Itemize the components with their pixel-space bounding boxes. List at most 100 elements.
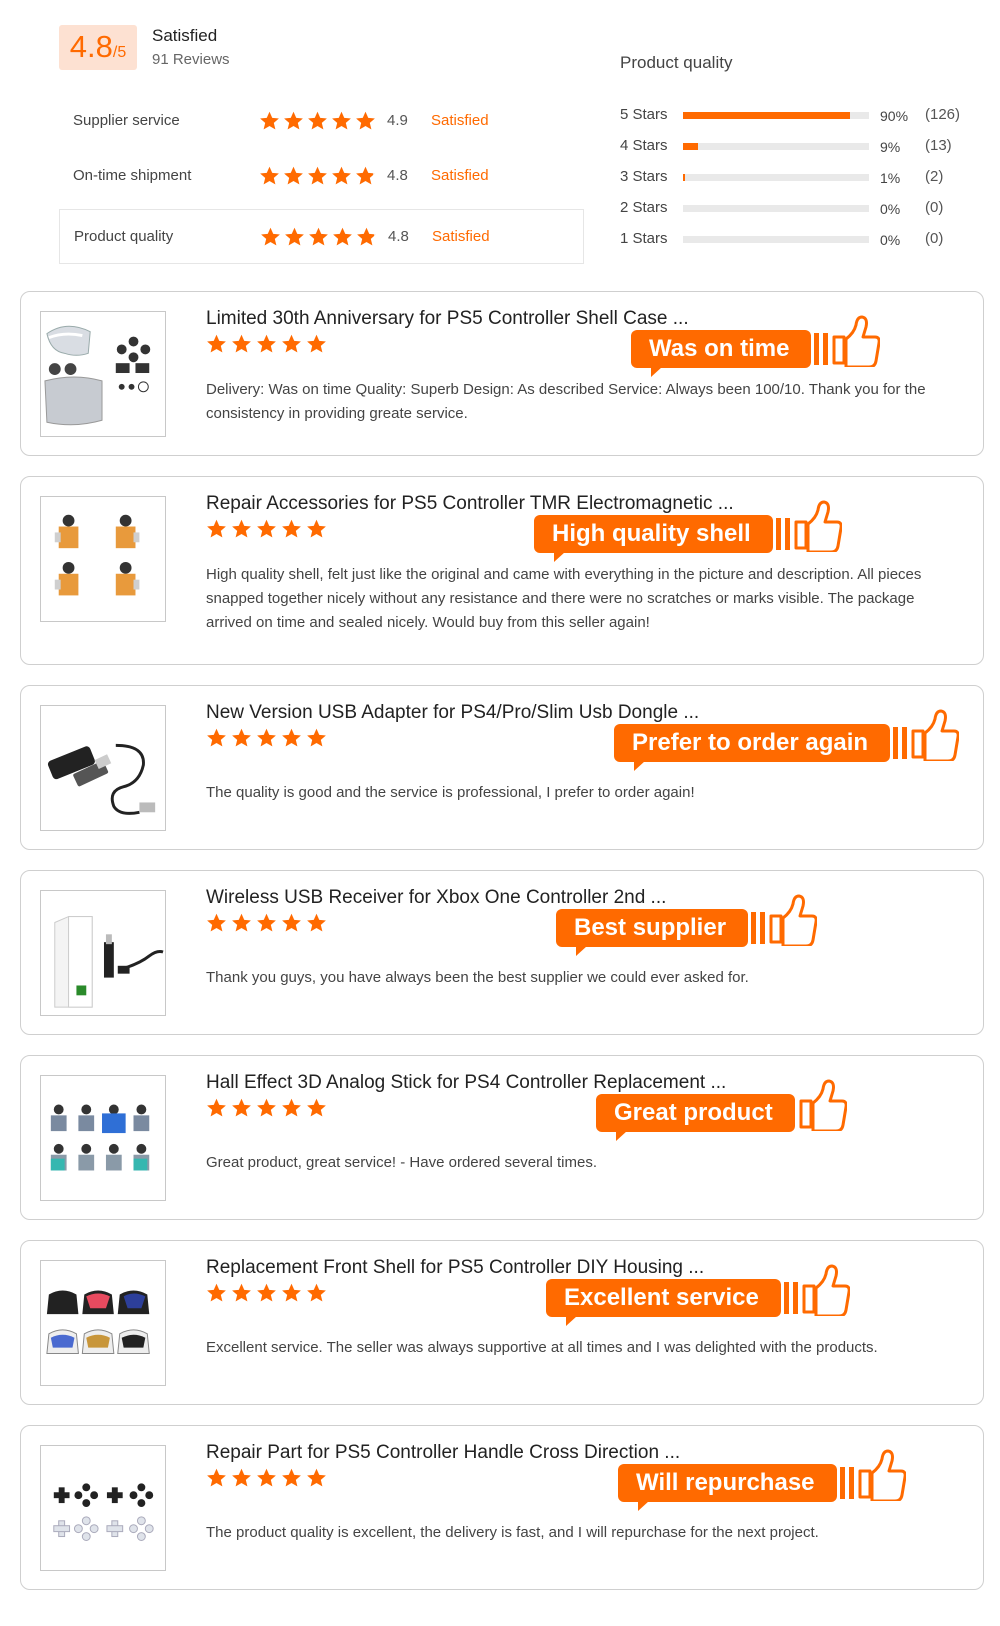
- overall-score: 4.8: [69, 29, 113, 64]
- dpad-buttons-icon[interactable]: [40, 1445, 166, 1571]
- review-card[interactable]: Repair Accessories for PS5 Controller TM…: [20, 476, 984, 665]
- product-title[interactable]: Repair Part for PS5 Controller Handle Cr…: [206, 1442, 680, 1464]
- distribution-bar: [683, 143, 869, 150]
- star-icon: [260, 166, 279, 185]
- star-icon: [232, 519, 251, 538]
- distribution-bar: [683, 205, 869, 212]
- distribution-bar-fill: [683, 112, 851, 119]
- review-card[interactable]: Hall Effect 3D Analog Stick for PS4 Cont…: [20, 1055, 984, 1220]
- star-icon: [307, 728, 326, 747]
- tag-label: Great product: [596, 1094, 795, 1141]
- star-icon: [207, 728, 226, 747]
- star-icon: [257, 728, 276, 747]
- review-text: Thank you guys, you have always been the…: [206, 969, 749, 986]
- usb-dongle-icon[interactable]: [40, 705, 166, 831]
- thumbs-up-icon: [794, 500, 842, 552]
- thumbs-up-icon: [769, 894, 818, 946]
- star-icon: [232, 1283, 251, 1302]
- review-text: High quality shell, felt just like the o…: [206, 566, 922, 631]
- star-icon: [307, 334, 326, 353]
- star-icon: [257, 519, 276, 538]
- distribution-count: (0): [925, 199, 944, 216]
- review-stars: [206, 1097, 327, 1118]
- product-title[interactable]: Wireless USB Receiver for Xbox One Contr…: [206, 887, 666, 909]
- product-title[interactable]: New Version USB Adapter for PS4/Pro/Slim…: [206, 702, 699, 724]
- distribution-percent: 0%: [880, 201, 901, 217]
- star-icon: [257, 334, 276, 353]
- metric-status: Satisfied: [431, 167, 489, 184]
- star-icon: [232, 1098, 251, 1117]
- review-stars: [206, 727, 327, 748]
- star-icon: [282, 1098, 301, 1117]
- star-icon: [285, 227, 304, 246]
- star-icon: [308, 111, 327, 130]
- tag-label: Best supplier: [556, 909, 749, 956]
- star-icon: [333, 227, 352, 246]
- star-icon: [207, 334, 226, 353]
- thumbs-up-icon: [832, 315, 881, 367]
- product-title[interactable]: Replacement Front Shell for PS5 Controll…: [206, 1257, 704, 1279]
- metric-name: Supplier service: [73, 112, 180, 129]
- star-icon: [257, 1098, 276, 1117]
- review-stars: [206, 1467, 327, 1488]
- star-icon: [282, 913, 301, 932]
- metric-status: Satisfied: [431, 112, 489, 129]
- distribution-percent: 90%: [880, 108, 909, 124]
- star-icon: [232, 1468, 251, 1487]
- overall-out-of: /5: [112, 44, 127, 61]
- tag-label: Prefer to order again: [614, 724, 891, 771]
- review-card[interactable]: Limited 30th Anniversary for PS5 Control…: [20, 291, 984, 456]
- review-highlight-tag: Was on time: [631, 315, 881, 377]
- review-highlight-tag: Excellent service: [546, 1264, 850, 1326]
- tag-label: Will repurchase: [618, 1464, 837, 1511]
- tag-label: High quality shell: [534, 515, 773, 562]
- review-card[interactable]: Replacement Front Shell for PS5 Controll…: [20, 1240, 984, 1405]
- metric-status: Satisfied: [432, 228, 490, 245]
- distribution-row: 1 Stars 0% (0): [620, 230, 970, 250]
- metric-stars: [259, 110, 376, 131]
- tag-label: Was on time: [631, 330, 812, 377]
- distribution-label: 1 Stars: [620, 230, 668, 247]
- tag-bars: [751, 912, 766, 944]
- review-highlight-tag: Great product: [596, 1079, 847, 1141]
- distribution-label: 3 Stars: [620, 168, 668, 185]
- metric-row-product-quality[interactable]: Product quality 4.8 Satisfied: [59, 209, 584, 264]
- metric-row-supplier-service[interactable]: Supplier service 4.9 Satisfied: [59, 93, 584, 148]
- star-icon: [207, 1098, 226, 1117]
- product-title[interactable]: Repair Accessories for PS5 Controller TM…: [206, 493, 734, 515]
- star-icon: [207, 1468, 226, 1487]
- review-text: Great product, great service! - Have ord…: [206, 1154, 597, 1171]
- hall-effect-sticks-icon[interactable]: [40, 1075, 166, 1201]
- star-icon: [307, 1468, 326, 1487]
- usb-receiver-box-icon[interactable]: [40, 890, 166, 1016]
- distribution-percent: 0%: [880, 232, 901, 248]
- analog-stick-modules-icon[interactable]: [40, 496, 166, 622]
- star-icon: [257, 1283, 276, 1302]
- star-icon: [307, 1283, 326, 1302]
- star-icon: [307, 913, 326, 932]
- review-text: The product quality is excellent, the de…: [206, 1524, 819, 1541]
- product-title[interactable]: Limited 30th Anniversary for PS5 Control…: [206, 308, 689, 330]
- star-icon: [232, 334, 251, 353]
- metric-stars: [260, 226, 377, 247]
- metric-score: 4.8: [388, 228, 409, 245]
- metric-score: 4.9: [387, 112, 408, 129]
- review-card[interactable]: New Version USB Adapter for PS4/Pro/Slim…: [20, 685, 984, 850]
- overall-score-badge: 4.8 /5: [59, 25, 137, 70]
- star-icon: [282, 728, 301, 747]
- controller-shell-kit-icon[interactable]: [40, 311, 166, 437]
- thumbs-up-icon: [802, 1264, 850, 1316]
- review-text: Excellent service. The seller was always…: [206, 1339, 878, 1356]
- star-icon: [207, 519, 226, 538]
- front-shells-icon[interactable]: [40, 1260, 166, 1386]
- metric-row-on-time-shipment[interactable]: On-time shipment 4.8 Satisfied: [59, 148, 584, 203]
- review-text: The quality is good and the service is p…: [206, 784, 695, 801]
- tag-bars: [783, 1282, 798, 1314]
- review-card[interactable]: Repair Part for PS5 Controller Handle Cr…: [20, 1425, 984, 1590]
- star-icon: [261, 227, 280, 246]
- distribution-count: (13): [925, 137, 952, 154]
- star-icon: [282, 334, 301, 353]
- review-card[interactable]: Wireless USB Receiver for Xbox One Contr…: [20, 870, 984, 1035]
- star-icon: [232, 728, 251, 747]
- product-title[interactable]: Hall Effect 3D Analog Stick for PS4 Cont…: [206, 1072, 726, 1094]
